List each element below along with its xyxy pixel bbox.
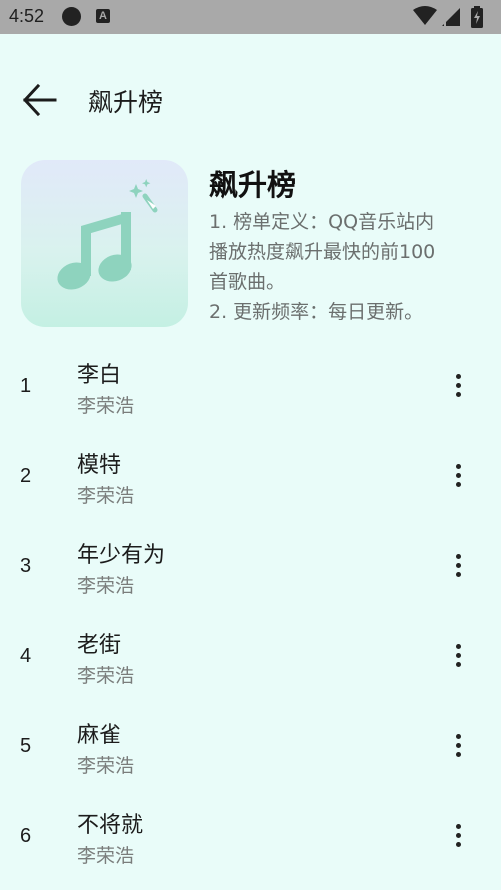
- more-options-icon[interactable]: [440, 455, 476, 497]
- playlist-description: 1. 榜单定义：QQ音乐站内 播放热度飙升最快的前100 首歌曲。 2. 更新频…: [209, 207, 479, 324]
- song-title: 李白: [77, 363, 122, 388]
- song-row[interactable]: 4 老街 李荣浩: [0, 610, 501, 700]
- more-options-icon[interactable]: [440, 725, 476, 767]
- circle-notification-icon: [62, 7, 81, 26]
- song-row[interactable]: 1 李白 李荣浩: [0, 340, 501, 430]
- description-line: 2. 更新频率：每日更新。: [209, 301, 424, 323]
- more-options-icon[interactable]: [440, 635, 476, 677]
- song-artist: 李荣浩: [77, 485, 135, 507]
- song-rank: 2: [20, 465, 32, 487]
- song-title: 模特: [77, 453, 122, 478]
- wifi-icon: [413, 6, 437, 25]
- description-line: 首歌曲。: [209, 271, 286, 293]
- playlist-header: 飙升榜 1. 榜单定义：QQ音乐站内 播放热度飙升最快的前100 首歌曲。 2.…: [0, 160, 501, 328]
- song-row[interactable]: 5 麻雀 李荣浩: [0, 700, 501, 790]
- playlist-cover: [21, 160, 188, 327]
- song-row[interactable]: 3 年少有为 李荣浩: [0, 520, 501, 610]
- song-artist: 李荣浩: [77, 755, 135, 777]
- status-bar: 4:52 A: [0, 0, 501, 34]
- app-notification-icon: A: [96, 9, 110, 23]
- song-title: 麻雀: [77, 723, 122, 748]
- status-time: 4:52: [9, 6, 45, 26]
- description-line: 播放热度飙升最快的前100: [209, 241, 436, 263]
- song-artist: 李荣浩: [77, 575, 135, 597]
- song-rank: 5: [20, 735, 32, 757]
- song-title: 年少有为: [77, 543, 166, 568]
- more-options-icon[interactable]: [440, 545, 476, 587]
- song-title: 不将就: [77, 813, 144, 838]
- page-title: 飙升榜: [88, 88, 164, 117]
- arrow-left-icon: [22, 83, 57, 117]
- song-rank: 6: [20, 825, 32, 847]
- song-row[interactable]: 6 不将就 李荣浩: [0, 790, 501, 880]
- app-bar: 飙升榜: [0, 34, 501, 162]
- song-title: 老街: [77, 633, 122, 658]
- music-note-icon: [57, 179, 158, 290]
- signal-icon: [442, 8, 460, 26]
- back-button[interactable]: [16, 76, 64, 124]
- description-line: 1. 榜单定义：QQ音乐站内: [209, 211, 435, 233]
- song-artist: 李荣浩: [77, 845, 135, 867]
- battery-icon: [471, 6, 483, 28]
- song-artist: 李荣浩: [77, 665, 135, 687]
- screen: 4:52 A 飙升榜 飙升榜 1. 榜单定义：QQ音乐站内 播放热度飙升最快的前…: [0, 0, 501, 890]
- song-rank: 1: [20, 375, 32, 397]
- more-options-icon[interactable]: [440, 815, 476, 857]
- more-options-icon[interactable]: [440, 365, 476, 407]
- song-rank: 4: [20, 645, 32, 667]
- song-row[interactable]: 2 模特 李荣浩: [0, 430, 501, 520]
- song-artist: 李荣浩: [77, 395, 135, 417]
- song-rank: 3: [20, 555, 32, 577]
- playlist-title: 飙升榜: [209, 168, 297, 202]
- song-list: 1 李白 李荣浩 2 模特 李荣浩 3 年少有为 李荣浩 4 老街 李荣浩 5 …: [0, 340, 501, 880]
